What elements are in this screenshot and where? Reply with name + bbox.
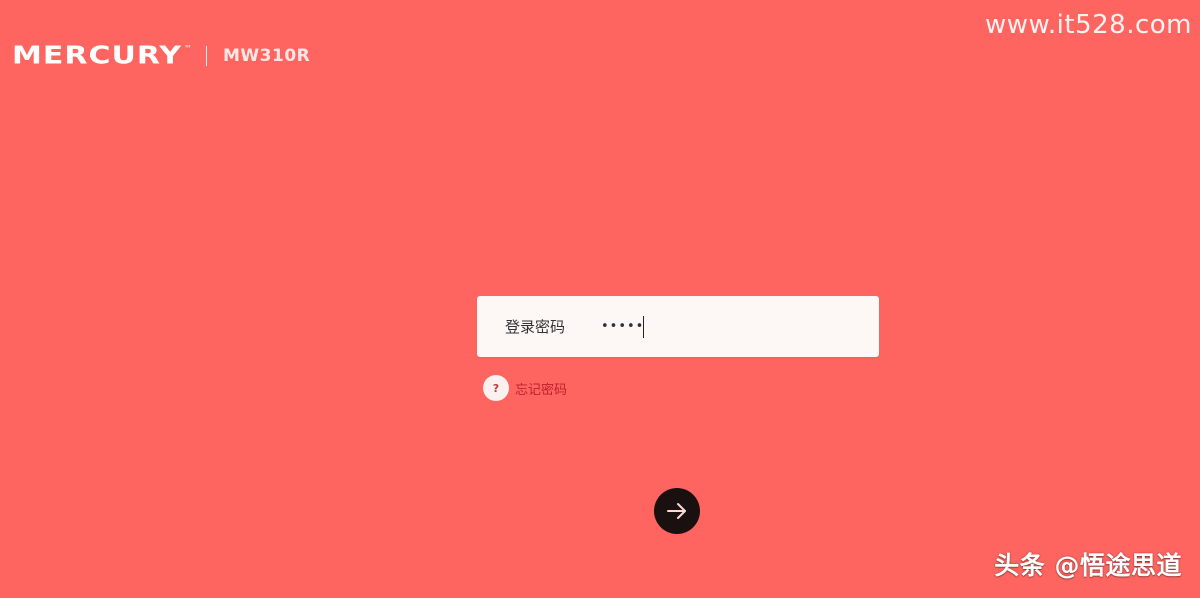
brand-divider [206,45,208,66]
trademark-symbol: ™ [184,44,193,53]
forgot-password-link[interactable]: ? 忘记密码 [483,375,567,401]
author-watermark: 头条 @悟途思道 [994,551,1182,580]
model-name: MW310R [223,45,311,66]
question-icon: ? [483,375,509,401]
arrow-right-icon [667,503,686,519]
site-watermark: www.it528.com [984,10,1192,40]
brand-logo: MERCURY [12,41,183,70]
password-label: 登录密码 [505,318,566,336]
password-value: ••••• [601,319,645,334]
forgot-password-label: 忘记密码 [515,382,568,398]
password-field-container[interactable]: 登录密码 ••••• [477,296,879,357]
text-caret [643,315,645,338]
login-page: MERCURY ™ MW310R www.it528.com 登录密码 ••••… [0,0,1200,598]
login-submit-button[interactable] [654,488,700,534]
brand-header: MERCURY ™ MW310R [12,38,310,73]
password-input[interactable]: ••••• [601,315,645,338]
